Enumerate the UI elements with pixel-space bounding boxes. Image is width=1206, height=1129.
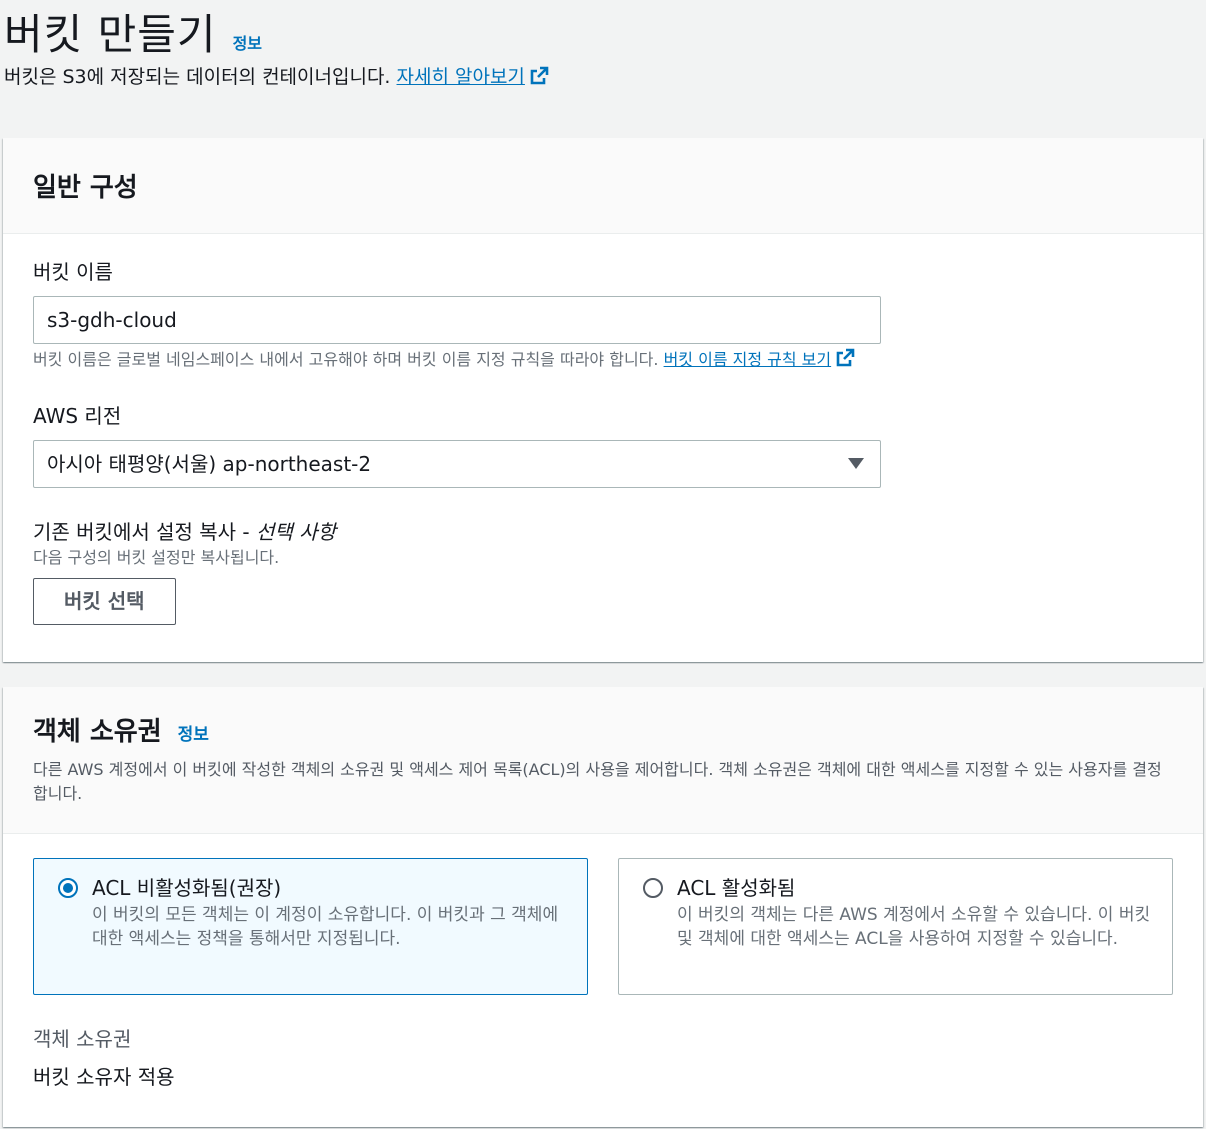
- general-configuration-panel: 일반 구성 버킷 이름 버킷 이름은 글로벌 네임스페이스 내에서 고유해야 하…: [3, 138, 1203, 662]
- radio-acl-disabled[interactable]: [58, 878, 78, 898]
- bucket-name-hint-text: 버킷 이름은 글로벌 네임스페이스 내에서 고유해야 하며 버킷 이름 지정 규…: [33, 350, 659, 369]
- panel-body: ACL 비활성화됨(권장) 이 버킷의 모든 객체는 이 계정이 소유합니다. …: [3, 834, 1203, 1115]
- region-selected-value: 아시아 태평양(서울) ap-northeast-2: [47, 452, 372, 476]
- title-row: 버킷 만들기 정보: [4, 8, 1194, 62]
- info-link[interactable]: 정보: [233, 30, 262, 54]
- external-link-icon: [836, 348, 855, 367]
- tile-description: 이 버킷의 객체는 다른 AWS 계정에서 소유할 수 있습니다. 이 버킷 및…: [677, 905, 1151, 949]
- optional-label: 선택 사항: [256, 520, 336, 544]
- info-link[interactable]: 정보: [178, 720, 209, 745]
- panel-header: 일반 구성: [3, 138, 1203, 234]
- bucket-name-hint: 버킷 이름은 글로벌 네임스페이스 내에서 고유해야 하며 버킷 이름 지정 규…: [33, 348, 1173, 372]
- object-ownership-key: 객체 소유권: [33, 1027, 132, 1051]
- region-label: AWS 리전: [33, 404, 122, 428]
- naming-rules-label: 버킷 이름 지정 규칙 보기: [663, 350, 832, 369]
- external-link-icon: [530, 66, 549, 85]
- caret-down-icon: [848, 458, 864, 469]
- page-title: 버킷 만들기: [4, 10, 217, 59]
- tile-acl-disabled[interactable]: ACL 비활성화됨(권장) 이 버킷의 모든 객체는 이 계정이 소유합니다. …: [33, 858, 588, 995]
- panel-header: 객체 소유권 정보 다른 AWS 계정에서 이 버킷에 작성한 객체의 소유권 …: [3, 687, 1203, 834]
- page-header: 버킷 만들기 정보 버킷은 S3에 저장되는 데이터의 컨테이너입니다. 자세히…: [4, 8, 1194, 92]
- learn-more-label: 자세히 알아보기: [396, 66, 525, 88]
- ownership-description: 다른 AWS 계정에서 이 버킷에 작성한 객체의 소유권 및 액세스 제어 목…: [33, 760, 1162, 803]
- naming-rules-link[interactable]: 버킷 이름 지정 규칙 보기: [663, 348, 856, 369]
- object-ownership-value: 버킷 소유자 적용: [33, 1065, 175, 1089]
- tile-text: ACL 활성화됨 이 버킷의 객체는 다른 AWS 계정에서 소유할 수 있습니…: [677, 875, 1152, 994]
- bucket-name-input[interactable]: [33, 296, 881, 344]
- tile-label: ACL 비활성화됨(권장): [92, 876, 282, 900]
- tile-label: ACL 활성화됨: [677, 876, 796, 900]
- learn-more-link[interactable]: 자세히 알아보기: [397, 66, 549, 88]
- radio-acl-enabled[interactable]: [643, 878, 663, 898]
- panel-title-ownership: 객체 소유권: [33, 717, 162, 747]
- copy-settings-label-text: 기존 버킷에서 설정 복사 -: [33, 520, 257, 544]
- panel-title-general: 일반 구성: [33, 173, 138, 203]
- object-ownership-panel: 객체 소유권 정보 다른 AWS 계정에서 이 버킷에 작성한 객체의 소유권 …: [3, 687, 1203, 1127]
- page-description-text: 버킷은 S3에 저장되는 데이터의 컨테이너입니다.: [4, 66, 391, 88]
- choose-bucket-button[interactable]: 버킷 선택: [33, 578, 176, 625]
- tile-text: ACL 비활성화됨(권장) 이 버킷의 모든 객체는 이 계정이 소유합니다. …: [92, 875, 567, 994]
- panel-body: 버킷 이름 버킷 이름은 글로벌 네임스페이스 내에서 고유해야 하며 버킷 이…: [3, 234, 1203, 649]
- tile-description: 이 버킷의 모든 객체는 이 계정이 소유합니다. 이 버킷과 그 객체에 대한…: [92, 905, 559, 949]
- copy-settings-label: 기존 버킷에서 설정 복사 - 선택 사항: [33, 518, 1173, 546]
- title-line: 객체 소유권 정보: [33, 711, 1173, 748]
- bucket-name-label: 버킷 이름: [33, 260, 113, 284]
- page-description: 버킷은 S3에 저장되는 데이터의 컨테이너입니다. 자세히 알아보기: [4, 62, 1194, 92]
- tile-acl-enabled[interactable]: ACL 활성화됨 이 버킷의 객체는 다른 AWS 계정에서 소유할 수 있습니…: [618, 858, 1173, 995]
- region-select[interactable]: 아시아 태평양(서울) ap-northeast-2: [33, 440, 881, 488]
- copy-settings-hint: 다음 구성의 버킷 설정만 복사됩니다.: [33, 548, 280, 567]
- ownership-tiles: ACL 비활성화됨(권장) 이 버킷의 모든 객체는 이 계정이 소유합니다. …: [33, 858, 1173, 995]
